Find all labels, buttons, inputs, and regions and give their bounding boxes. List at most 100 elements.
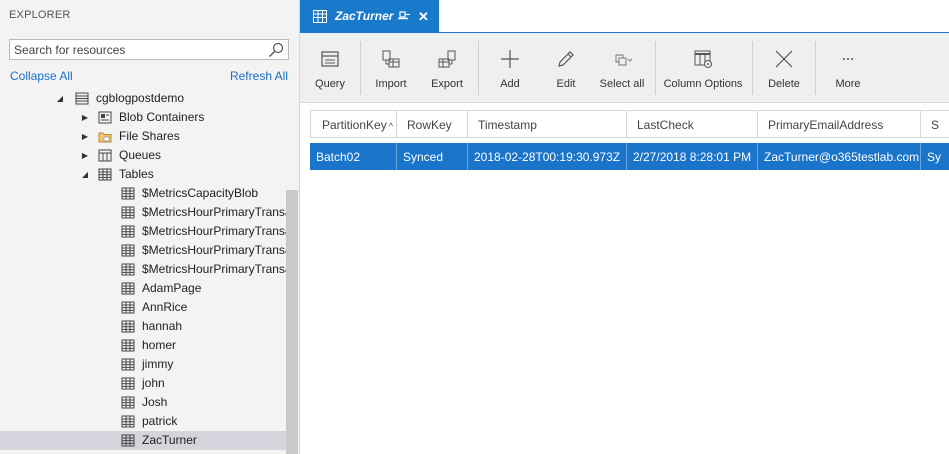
add-button[interactable]: Add	[480, 33, 540, 103]
table-row[interactable]: Batch02 Synced 2018-02-28T00:19:30.973Z …	[310, 143, 949, 170]
tree-item[interactable]: ▶ Blob Containers	[0, 108, 286, 127]
table-icon	[121, 187, 135, 200]
tree-item[interactable]: $MetricsHourPrimaryTransa	[0, 203, 286, 222]
cell-timestamp[interactable]: 2018-02-28T00:19:30.973Z	[468, 143, 627, 170]
table-icon	[121, 415, 135, 428]
tree-item-label: $MetricsHourPrimaryTransa	[142, 243, 286, 257]
tree-item-label: cgblogpostdemo	[96, 91, 185, 105]
search-icon[interactable]	[268, 42, 284, 58]
edit-button[interactable]: Edit	[536, 33, 596, 103]
blob-container-icon	[98, 111, 112, 124]
column-header-primaryemailaddress[interactable]: PrimaryEmailAddress	[758, 110, 921, 138]
refresh-all-link[interactable]: Refresh All	[230, 69, 288, 83]
tree-item-label: hannah	[142, 319, 183, 333]
queue-icon	[98, 149, 112, 162]
tree-item[interactable]: ZacTurner	[0, 431, 286, 450]
cell-s[interactable]: Sy	[921, 143, 949, 170]
table-icon	[121, 377, 135, 390]
column-options-button[interactable]: Column Options	[657, 33, 749, 103]
collapsed-arrow-icon[interactable]: ▶	[80, 127, 90, 146]
expanded-arrow-icon[interactable]: ◢	[55, 89, 65, 108]
cell-partitionkey[interactable]: Batch02	[310, 143, 397, 170]
search-input[interactable]	[10, 40, 260, 59]
tree-item[interactable]: jimmy	[0, 355, 286, 374]
table-icon	[121, 244, 135, 257]
table-icon	[121, 263, 135, 276]
add-label: Add	[500, 78, 520, 90]
delete-label: Delete	[768, 78, 800, 90]
close-tab-icon[interactable]: ✕	[418, 9, 429, 25]
column-header-timestamp[interactable]: Timestamp	[468, 110, 627, 138]
export-label: Export	[431, 78, 463, 90]
collapsed-arrow-icon[interactable]: ▶	[80, 108, 90, 127]
tree-item[interactable]: john	[0, 374, 286, 393]
table-icon	[121, 301, 135, 314]
tree-item[interactable]: ◢ Tables	[0, 165, 286, 184]
tree-item-label: jimmy	[142, 357, 174, 371]
tree-item[interactable]: homer	[0, 336, 286, 355]
cell-primaryemailaddress[interactable]: ZacTurner@o365testlab.com	[758, 143, 921, 170]
grid-header: PartitionKey ^ RowKey Timestamp LastCheck…	[310, 110, 949, 138]
add-icon	[501, 50, 519, 68]
resource-tree: ◢ cgblogpostdemo ▶ Blob Containers ▶ File Sha…	[0, 89, 286, 450]
query-button[interactable]: Query	[300, 33, 360, 103]
tree-item[interactable]: AnnRice	[0, 298, 286, 317]
explorer-scrollbar[interactable]	[286, 190, 298, 454]
tree-item[interactable]: Josh	[0, 393, 286, 412]
entity-grid: PartitionKey ^ RowKey Timestamp LastCheck…	[310, 110, 949, 170]
expanded-arrow-icon[interactable]: ◢	[80, 165, 90, 184]
tree-item[interactable]: $MetricsHourPrimaryTransa	[0, 241, 286, 260]
tree-item[interactable]: hannah	[0, 317, 286, 336]
search-box[interactable]	[9, 39, 289, 60]
pin-icon[interactable]	[397, 10, 411, 22]
column-header-lastcheck[interactable]: LastCheck	[627, 110, 758, 138]
edit-label: Edit	[556, 78, 576, 90]
tree-item[interactable]: ▶ Queues	[0, 146, 286, 165]
column-header-rowkey[interactable]: RowKey	[397, 110, 468, 138]
table-icon	[121, 339, 135, 352]
tree-item[interactable]: $MetricsCapacityBlob	[0, 184, 286, 203]
tab-bar: ZacTurner ✕	[300, 0, 949, 33]
collapse-all-link[interactable]: Collapse All	[10, 69, 73, 83]
table-icon	[121, 434, 135, 447]
folder-icon	[98, 132, 112, 143]
tree-item[interactable]: $MetricsHourPrimaryTransa	[0, 260, 286, 279]
tree-item-label: AnnRice	[142, 300, 188, 314]
more-icon	[843, 58, 853, 60]
sort-ascending-icon: ^	[388, 121, 393, 131]
import-button[interactable]: Import	[361, 33, 421, 103]
toolbar-separator	[752, 41, 753, 95]
cell-lastcheck[interactable]: 2/27/2018 8:28:01 PM	[627, 143, 758, 170]
export-icon	[438, 50, 456, 68]
tree-item[interactable]: ▶ File Shares	[0, 127, 286, 146]
tree-item-label: john	[142, 376, 165, 390]
more-label: More	[835, 78, 861, 90]
select-all-button[interactable]: Select all	[592, 33, 652, 103]
import-icon	[382, 50, 400, 68]
toolbar-separator	[478, 41, 479, 95]
tree-item-label: $MetricsHourPrimaryTransa	[142, 262, 286, 276]
table-icon	[121, 358, 135, 371]
tree-item[interactable]: patrick	[0, 412, 286, 431]
tree-item[interactable]: AdamPage	[0, 279, 286, 298]
column-options-icon	[694, 50, 712, 68]
table-icon	[98, 168, 112, 181]
column-header-partitionkey[interactable]: PartitionKey ^	[310, 110, 397, 138]
explorer-panel: EXPLORER Collapse All Refresh All ◢ cgblo…	[0, 0, 300, 454]
table-icon	[121, 282, 135, 295]
tree-item[interactable]: $MetricsHourPrimaryTransa	[0, 222, 286, 241]
column-header-s[interactable]: S	[921, 110, 949, 138]
export-button[interactable]: Export	[417, 33, 477, 103]
table-icon	[121, 320, 135, 333]
delete-button[interactable]: Delete	[754, 33, 814, 103]
select-all-icon	[615, 54, 633, 66]
cell-rowkey[interactable]: Synced	[397, 143, 468, 170]
table-icon	[313, 10, 327, 23]
more-button[interactable]: More	[818, 33, 878, 103]
collapsed-arrow-icon[interactable]: ▶	[80, 146, 90, 165]
tab-zacturner[interactable]: ZacTurner ✕	[300, 0, 439, 33]
tree-item-label: Tables	[119, 167, 154, 181]
tree-item[interactable]: ◢ cgblogpostdemo	[0, 89, 286, 108]
table-icon	[121, 206, 135, 219]
tab-label: ZacTurner	[335, 9, 394, 23]
